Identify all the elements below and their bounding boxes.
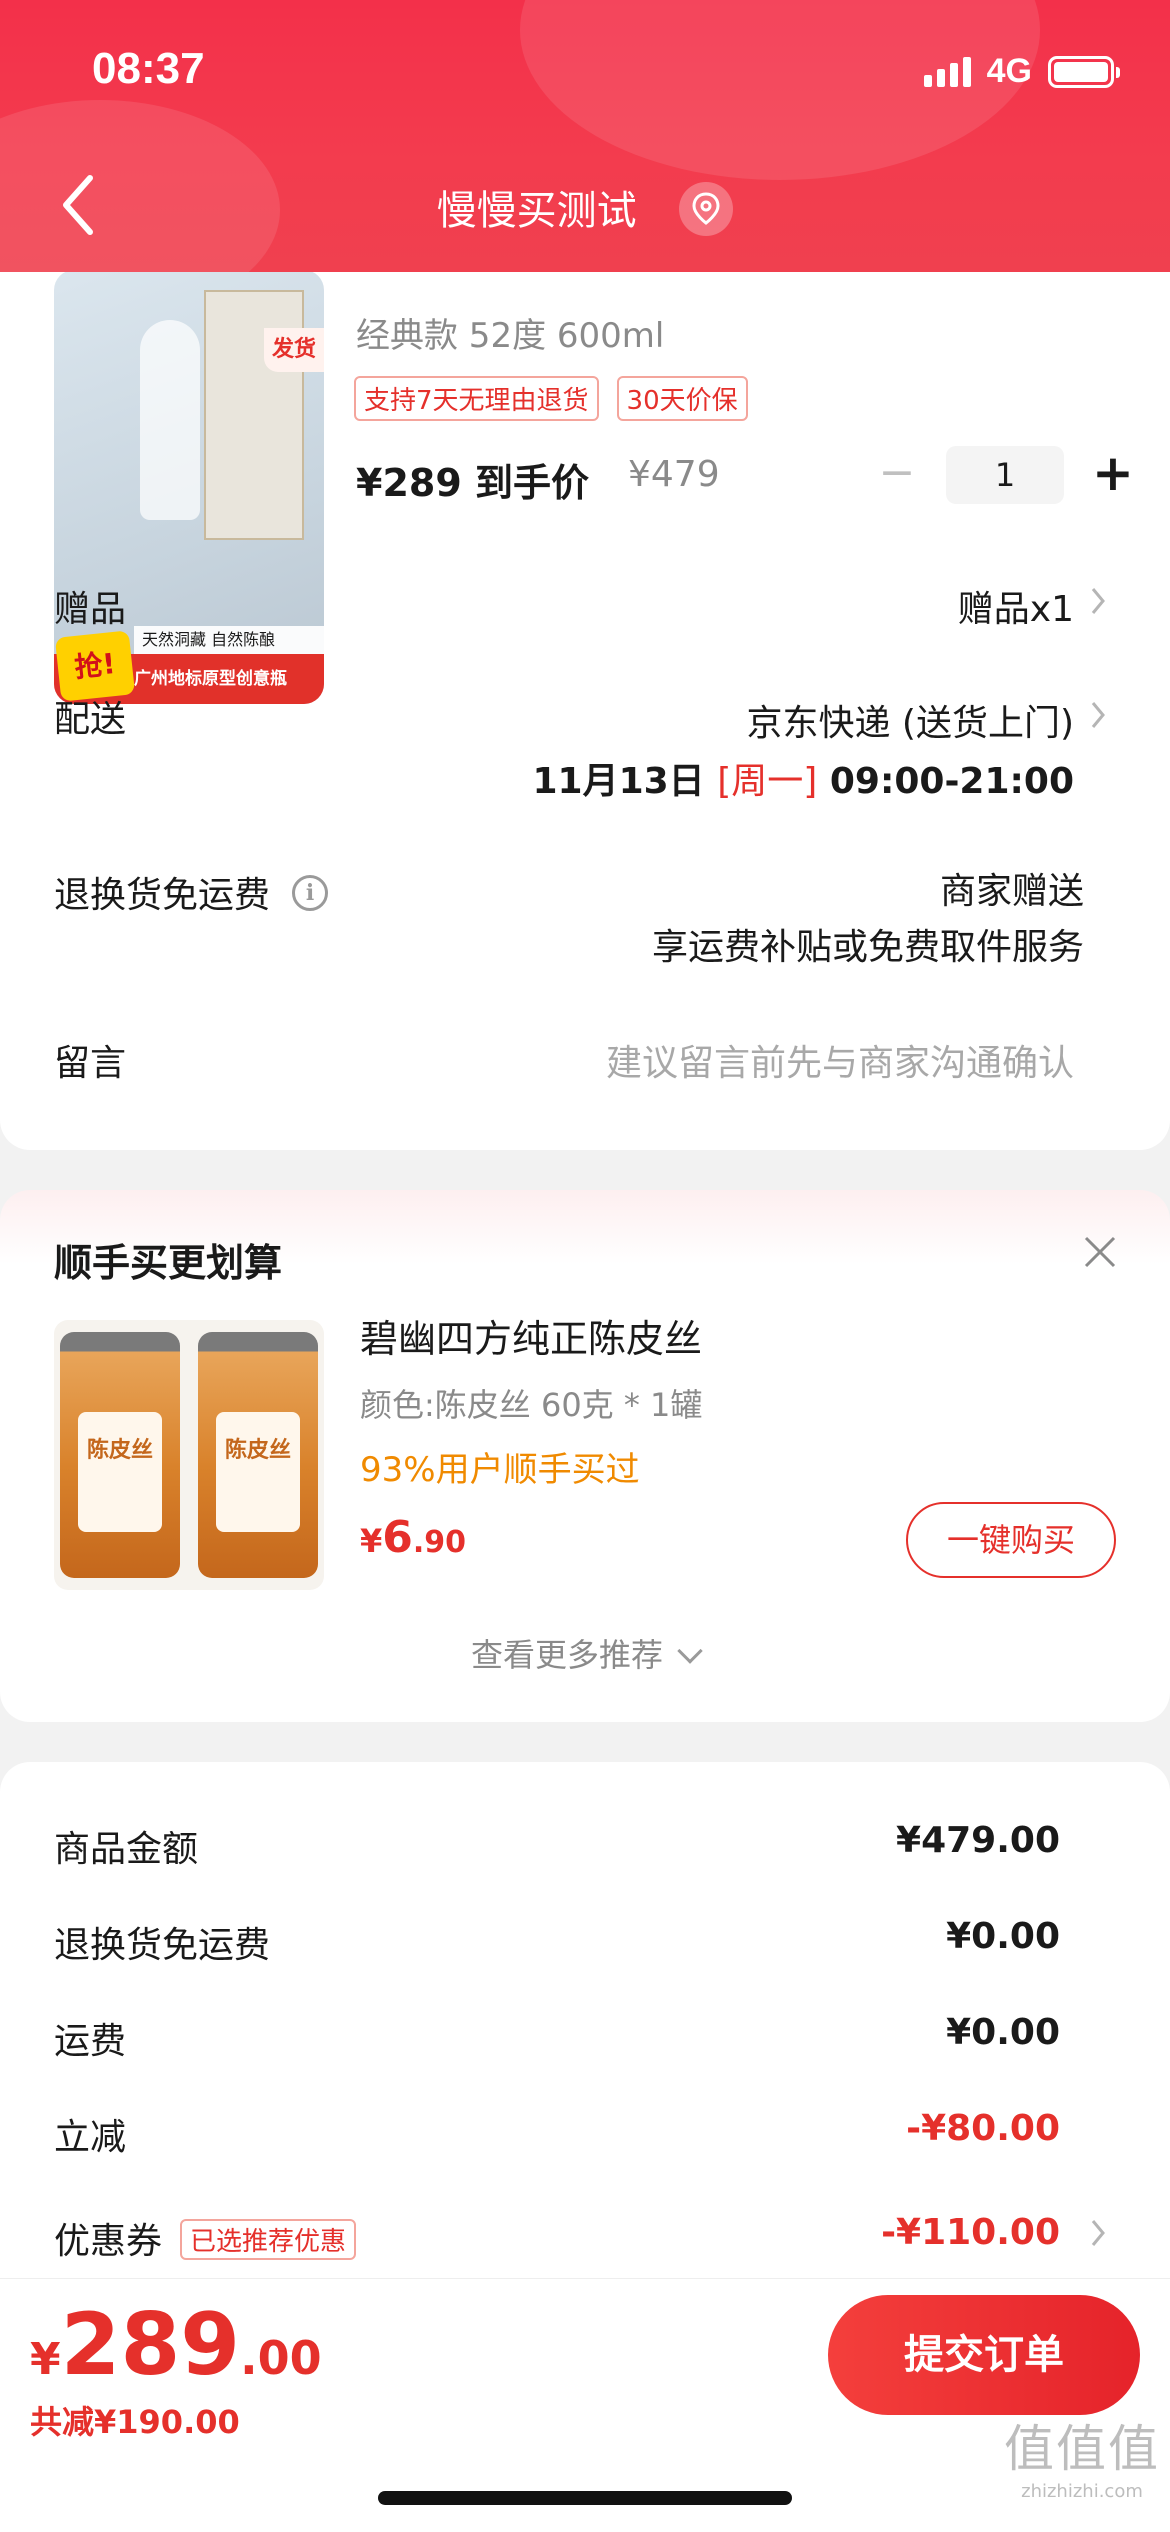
chevron-down-icon — [677, 1638, 703, 1664]
order-card: 发货 天然洞藏 自然陈酿 广州地标原型创意瓶 抢! 经典款 52度 600ml … — [0, 200, 1170, 1150]
bottle-image — [140, 320, 200, 520]
one-click-buy-button[interactable]: 一键购买 — [906, 1502, 1116, 1578]
jar-image: 陈皮丝 — [198, 1332, 318, 1578]
return-shipping-text: 退换货免运费 — [54, 875, 271, 916]
price-decimal: .90 — [412, 1525, 467, 1560]
summary-value: ¥479.00 — [896, 1820, 1060, 1861]
quantity-input[interactable]: 1 — [946, 446, 1064, 504]
summary-label: 商品金额 — [54, 1829, 199, 1870]
summary-value: -¥80.00 — [906, 2108, 1060, 2149]
summary-label: 立减 — [54, 2117, 127, 2158]
message-input[interactable]: 建议留言前先与商家沟通确认 — [606, 1034, 1074, 1086]
final-price: ¥289 到手价 — [356, 461, 589, 505]
product-image[interactable]: 发货 天然洞藏 自然陈酿 广州地标原型创意瓶 抢! — [54, 270, 324, 704]
summary-value: ¥0.00 — [946, 2012, 1060, 2053]
total-integer: 289 — [60, 2295, 241, 2395]
service-badge: 30天价保 — [616, 376, 748, 421]
submit-order-button[interactable]: 提交订单 — [828, 2295, 1140, 2415]
decrease-button[interactable]: − — [870, 446, 924, 504]
see-more-recommendations[interactable]: 查看更多推荐 — [0, 1630, 1170, 1676]
total-price: ¥289.00 — [30, 2295, 322, 2395]
see-more-label: 查看更多推荐 — [470, 1636, 663, 1674]
total-saved[interactable]: 共减¥190.00 — [30, 2397, 240, 2443]
recommend-product-image[interactable]: 陈皮丝 陈皮丝 — [54, 1320, 324, 1590]
chevron-right-icon[interactable] — [1088, 698, 1108, 732]
jar-label: 陈皮丝 — [216, 1412, 300, 1532]
status-time: 08:37 — [92, 44, 205, 93]
gift-value[interactable]: 赠品x1 — [958, 580, 1074, 632]
image-subtitle: 天然洞藏 自然陈酿 — [134, 626, 324, 654]
increase-button[interactable]: + — [1086, 446, 1140, 504]
jar-label: 陈皮丝 — [78, 1412, 162, 1532]
image-badge: 发货 — [264, 328, 324, 372]
coupon-tag: 已选推荐优惠 — [180, 2218, 357, 2260]
status-icons: 4G — [923, 52, 1120, 91]
recommend-product-spec: 颜色:陈皮丝 60克 * 1罐 — [360, 1386, 703, 1424]
price-integer: 6 — [382, 1512, 413, 1563]
quantity-stepper: − 1 + — [870, 446, 1140, 504]
chevron-right-icon[interactable] — [1088, 584, 1108, 618]
summary-label: 运费 — [54, 2021, 127, 2062]
signal-icon — [923, 56, 971, 87]
checkout-bar: ¥289.00 共减¥190.00 提交订单 值值值 zhizhizhi.com — [0, 2278, 1170, 2532]
service-badge: 支持7天无理由退货 — [354, 376, 599, 421]
network-type: 4G — [986, 52, 1032, 90]
battery-icon — [1048, 55, 1120, 88]
return-shipping-label: 退换货免运费 i — [54, 866, 329, 918]
price-symbol: ¥ — [360, 1522, 383, 1560]
page-title: 慢慢买测试 — [436, 188, 637, 234]
recommend-card: 顺手买更划算 陈皮丝 陈皮丝 碧幽四方纯正陈皮丝 颜色:陈皮丝 60克 * 1罐… — [0, 1190, 1170, 1722]
header-bar: 08:37 4G 慢慢买测试 — [0, 0, 1170, 272]
product-spec: 经典款 52度 600ml — [356, 316, 665, 356]
coupon-label-wrap[interactable]: 优惠券 已选推荐优惠 — [54, 2212, 357, 2264]
delivery-time[interactable]: 11月13日 [周一] 09:00-21:00 — [532, 752, 1074, 804]
summary-label: 退换货免运费 — [54, 1925, 271, 1966]
recommend-title: 顺手买更划算 — [54, 1241, 283, 1285]
total-symbol: ¥ — [30, 2334, 61, 2385]
jar-image: 陈皮丝 — [60, 1332, 180, 1578]
summary-label: 优惠券 — [54, 2221, 163, 2262]
watermark-logo: 值值值 — [1004, 2420, 1160, 2478]
return-shipping-value-1: 商家赠送 — [939, 871, 1084, 912]
home-indicator[interactable] — [378, 2491, 792, 2505]
price-summary-card: 商品金额 ¥479.00 退换货免运费 ¥0.00 运费 ¥0.00 立减 -¥… — [0, 1762, 1170, 2322]
message-label: 留言 — [54, 1043, 127, 1084]
service-badges: 支持7天无理由退货 30天价保 — [354, 376, 748, 421]
original-price: ¥479 — [628, 454, 720, 495]
summary-value: ¥0.00 — [946, 1916, 1060, 1957]
delivery-window: 09:00-21:00 — [829, 761, 1074, 802]
recommend-product-name[interactable]: 碧幽四方纯正陈皮丝 — [360, 1308, 702, 1363]
total-decimal: .00 — [240, 2331, 322, 2385]
delivery-date: 11月13日 — [532, 761, 705, 802]
delivery-method[interactable]: 京东快递 (送货上门) — [746, 694, 1074, 746]
coupon-value[interactable]: -¥110.00 — [881, 2212, 1060, 2253]
page-title-wrap: 慢慢买测试 — [0, 178, 1170, 240]
recommend-price: ¥6.90 — [360, 1512, 466, 1563]
location-pin-icon[interactable] — [679, 182, 734, 236]
close-icon[interactable] — [1080, 1232, 1120, 1272]
return-shipping-value-2: 享运费补贴或免费取件服务 — [651, 927, 1084, 968]
chevron-right-icon[interactable] — [1088, 2216, 1108, 2250]
gift-label: 赠品 — [54, 589, 127, 630]
delivery-weekday: [周一] — [717, 761, 818, 802]
watermark-url: zhizhizhi.com — [1021, 2481, 1143, 2502]
delivery-label: 配送 — [54, 699, 127, 740]
watermark: 值值值 zhizhizhi.com — [1004, 2409, 1160, 2502]
recommend-popularity: 93%用户顺手买过 — [360, 1450, 640, 1490]
info-icon[interactable]: i — [292, 875, 329, 911]
